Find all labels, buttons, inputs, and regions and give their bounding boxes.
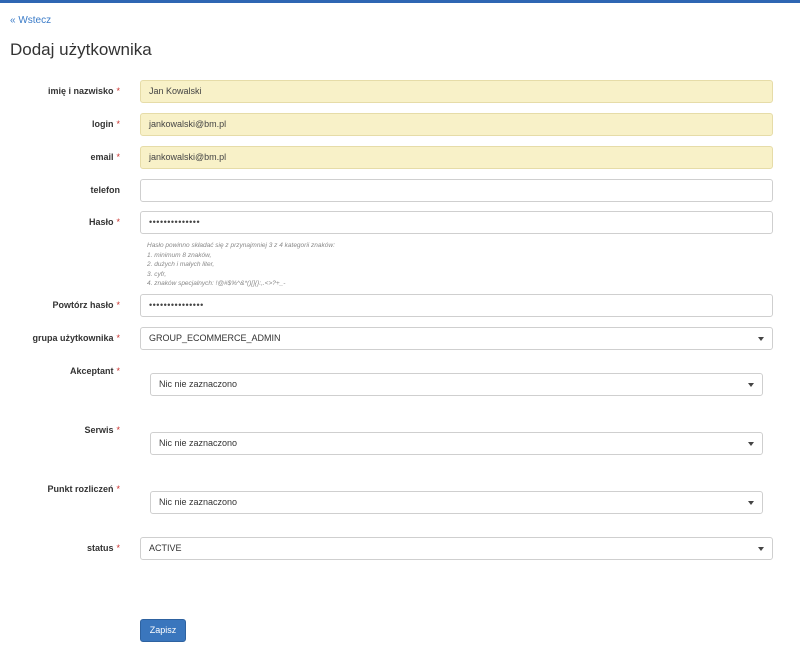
required-mark: *: [116, 333, 120, 343]
service-value: Nic nie zaznaczono: [159, 438, 238, 448]
required-mark: *: [116, 484, 120, 494]
top-accent-bar: [0, 0, 800, 3]
settlement-point-select[interactable]: Nic nie zaznaczono: [150, 491, 763, 514]
name-label: imię i nazwisko *: [47, 86, 120, 96]
status-select[interactable]: ACTIVE: [140, 537, 773, 560]
caret-down-icon: [758, 547, 764, 551]
status-value: ACTIVE: [149, 543, 182, 553]
login-label: login *: [91, 119, 120, 129]
page-title: Dodaj użytkownika: [10, 40, 152, 59]
back-link[interactable]: « Wstecz: [10, 15, 51, 26]
password-hint-line: 3. cyfr,: [147, 270, 167, 278]
password-hint-line: 2. dużych i małych liter,: [147, 261, 215, 268]
user-group-label: grupa użytkownika *: [32, 333, 120, 343]
settlement-point-label: Punkt rozliczeń *: [47, 484, 120, 494]
phone-input[interactable]: [140, 179, 773, 202]
required-mark: *: [116, 217, 120, 227]
status-label: status *: [86, 543, 120, 553]
email-input[interactable]: jankowalski@bm.pl: [140, 146, 773, 169]
password-input[interactable]: ••••••••••••••: [140, 211, 773, 234]
password-repeat-label: Powtórz hasło *: [52, 300, 120, 310]
caret-down-icon: [748, 383, 754, 387]
save-button[interactable]: Zapisz: [140, 619, 186, 642]
password-hint: Hasło powinno składać się z przynajmniej…: [147, 241, 335, 289]
password-hint-line: 4. znaków specjalnych: !@#$%^&*()[]{}:,.…: [147, 280, 286, 287]
login-input[interactable]: jankowalski@bm.pl: [140, 113, 773, 136]
caret-down-icon: [758, 337, 764, 341]
password-label: Hasło *: [88, 217, 120, 227]
required-mark: *: [116, 543, 120, 553]
settlement-point-value: Nic nie zaznaczono: [159, 497, 238, 507]
service-label: Serwis *: [84, 425, 120, 435]
required-mark: *: [116, 366, 120, 376]
required-mark: *: [116, 86, 120, 96]
required-mark: *: [116, 425, 120, 435]
required-mark: *: [116, 152, 120, 162]
required-mark: *: [116, 119, 120, 129]
acceptant-value: Nic nie zaznaczono: [159, 379, 238, 389]
email-label: email *: [90, 152, 120, 162]
user-group-value: GROUP_ECOMMERCE_ADMIN: [149, 333, 281, 343]
name-input[interactable]: Jan Kowalski: [140, 80, 773, 103]
password-hint-line: Hasło powinno składać się z przynajmniej…: [147, 242, 335, 249]
user-group-select[interactable]: GROUP_ECOMMERCE_ADMIN: [140, 327, 773, 350]
acceptant-select[interactable]: Nic nie zaznaczono: [150, 373, 763, 396]
acceptant-label: Akceptant *: [69, 366, 120, 376]
password-repeat-input[interactable]: •••••••••••••••: [140, 294, 773, 317]
phone-label: telefon: [90, 185, 120, 195]
password-hint-line: 1. minimum 8 znaków,: [147, 251, 212, 259]
service-select[interactable]: Nic nie zaznaczono: [150, 432, 763, 455]
caret-down-icon: [748, 501, 754, 505]
caret-down-icon: [748, 442, 754, 446]
required-mark: *: [116, 300, 120, 310]
